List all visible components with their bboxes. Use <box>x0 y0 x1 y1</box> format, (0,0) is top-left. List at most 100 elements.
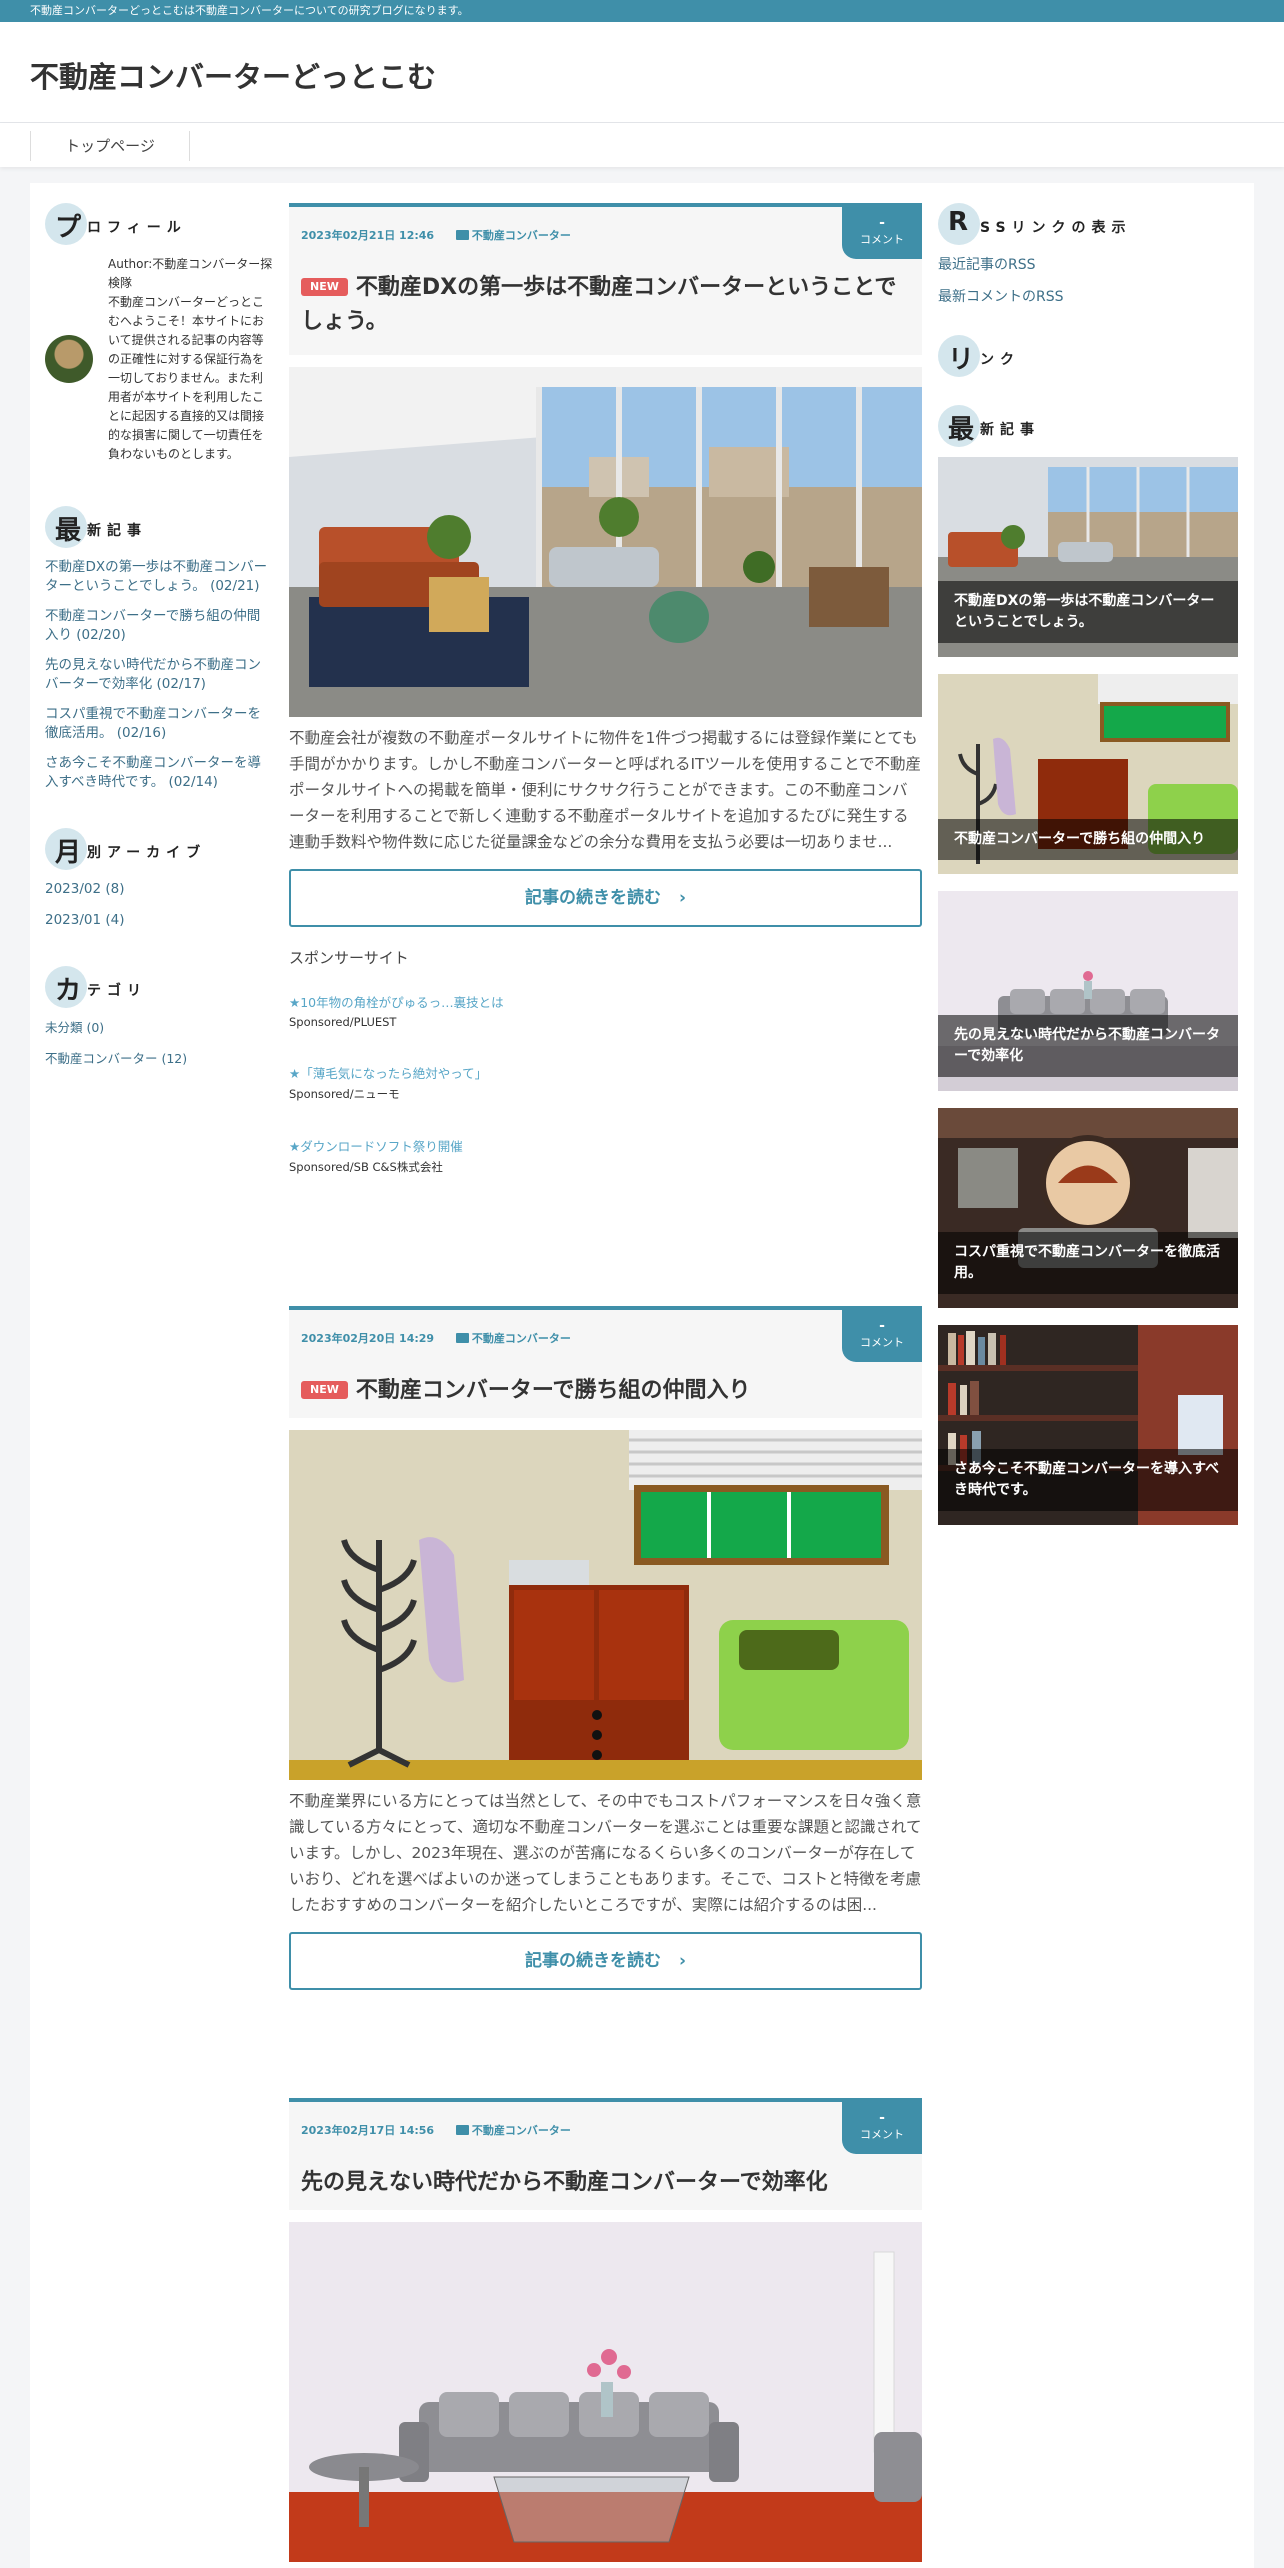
title-rest: ロフィール <box>87 220 187 236</box>
widget-title: 最 新記事 <box>45 506 270 548</box>
recent-post-thumb[interactable]: 先の見えない時代だから不動産コンバーターで効率化 <box>938 891 1238 1091</box>
recent-posts-thumb-widget: 最 新記事 不動産DXの第一歩は不動産コンバーターということでしょう。 不動産コ… <box>938 405 1238 1525</box>
sponsored-item[interactable]: ★ダウンロードソフト祭り開催 Sponsored/SB C&S株式会社 <box>289 1136 922 1175</box>
profile-widget: プ ロフィール Author:不動産コンバーター探検隊 不動産コンバーターどっと… <box>45 203 272 470</box>
post-meta: 2023年02月21日 12:46 不動産コンバーター <box>301 227 571 243</box>
recent-post-link[interactable]: 不動産DXの第一歩は不動産コンバーターということでしょう。 (02/21) <box>45 559 267 594</box>
post-card: 2023年02月17日 14:56 不動産コンバーター - コメント 先の見えな… <box>289 2098 922 2562</box>
archive-link[interactable]: 2023/02 (8) <box>45 881 125 897</box>
post-date: 2023年02月17日 14:56 <box>301 2124 435 2137</box>
comment-count-badge[interactable]: - コメント <box>842 2102 922 2154</box>
read-more-button[interactable]: 記事の続きを読む › <box>289 1932 922 1990</box>
title-first-char: 月 <box>55 838 82 868</box>
recent-post-thumb-title[interactable]: さあ今こそ不動産コンバーターを導入すべき時代です。 <box>938 1449 1238 1511</box>
post-meta: 2023年02月20日 14:29 不動産コンバーター <box>301 1330 571 1346</box>
recent-post-thumb[interactable]: 不動産DXの第一歩は不動産コンバーターということでしょう。 <box>938 457 1238 657</box>
post-title-text: 不動産DXの第一歩は不動産コンバーターということでしょう。 <box>301 275 897 334</box>
sponsored-title[interactable]: ★10年物の角栓がぴゅるっ…裏技とは <box>289 992 922 1011</box>
category-widget: カ テゴリ 未分類 (0) 不動産コンバーター (12) <box>45 966 270 1068</box>
recent-post-link[interactable]: さあ今こそ不動産コンバーターを導入すべき時代です。 (02/14) <box>45 755 261 790</box>
title-rest: 新記事 <box>980 422 1040 438</box>
post-title[interactable]: NEW 不動産DXの第一歩は不動産コンバーターということでしょう。 <box>301 271 901 339</box>
post-meta: 2023年02月17日 14:56 不動産コンバーター <box>301 2122 571 2138</box>
links-widget: リ ンク <box>938 335 1238 377</box>
site-description-bar: 不動産コンバーターどっとこむは不動産コンバーターについての研究ブログになります。 <box>0 0 1284 22</box>
comment-count: - <box>879 2110 885 2126</box>
read-more-label: 記事の続きを読む <box>524 888 661 908</box>
post-title-text: 不動産コンバーターで勝ち組の仲間入り <box>355 1378 751 1403</box>
sponsored-source: Sponsored/ニューモ <box>289 1087 400 1101</box>
recent-post-thumb[interactable]: さあ今こそ不動産コンバーターを導入すべき時代です。 <box>938 1325 1238 1525</box>
recent-post-thumb-title[interactable]: 不動産DXの第一歩は不動産コンバーターということでしょう。 <box>938 581 1238 643</box>
sponsored-source: Sponsored/PLUEST <box>289 1015 397 1029</box>
recent-post-thumb-title[interactable]: 先の見えない時代だから不動産コンバーターで効率化 <box>938 1015 1238 1077</box>
site-title[interactable]: 不動産コンバーターどっとこむ <box>30 54 436 96</box>
sponsored-title[interactable]: ★ダウンロードソフト祭り開催 <box>289 1136 922 1155</box>
sponsored-item[interactable]: ★「薄毛気になったら絶対やって」 Sponsored/ニューモ <box>289 1063 922 1102</box>
recent-post-thumb-title[interactable]: 不動産コンバーターで勝ち組の仲間入り <box>938 819 1238 860</box>
new-badge: NEW <box>301 278 348 296</box>
sponsored-item[interactable]: ★10年物の角栓がぴゅるっ…裏技とは Sponsored/PLUEST <box>289 992 922 1029</box>
left-sidebar: プ ロフィール Author:不動産コンバーター探検隊 不動産コンバーターどっと… <box>45 203 272 1104</box>
read-more-button[interactable]: 記事の続きを読む › <box>289 869 922 927</box>
title-rest: 別アーカイブ <box>87 845 207 861</box>
post-header: 2023年02月20日 14:29 不動産コンバーター - コメント NEW 不動… <box>289 1306 922 1418</box>
post-date: 2023年02月21日 12:46 <box>301 229 435 242</box>
category-link[interactable]: 未分類 (0) <box>45 1020 104 1035</box>
rss-widget: R SSリンクの表示 最近記事のRSS 最新コメントのRSS <box>938 203 1238 307</box>
post-thumbnail[interactable] <box>289 2222 922 2562</box>
rss-link[interactable]: 最近記事のRSS <box>938 257 1036 273</box>
post-date: 2023年02月20日 14:29 <box>301 1332 435 1345</box>
comment-count-badge[interactable]: - コメント <box>842 1310 922 1362</box>
nav-item-top-page[interactable]: トップページ <box>30 131 190 161</box>
sponsored-title[interactable]: ★「薄毛気になったら絶対やって」 <box>289 1063 922 1082</box>
title-first-char: 最 <box>55 516 82 546</box>
post-category-link[interactable]: 不動産コンバーター <box>472 229 571 242</box>
post-title-text: 先の見えない時代だから不動産コンバーターで効率化 <box>301 2170 828 2195</box>
recent-post-link[interactable]: 不動産コンバーターで勝ち組の仲間入り (02/20) <box>45 608 260 643</box>
folder-icon <box>455 2125 469 2135</box>
comment-label: コメント <box>860 1336 904 1349</box>
post-thumbnail[interactable] <box>289 367 922 717</box>
post-excerpt: 不動産会社が複数の不動産ポータルサイトに物件を1件づつ掲載するには登録作業にとて… <box>289 729 922 851</box>
archive-link[interactable]: 2023/01 (4) <box>45 912 125 928</box>
post-excerpt: 不動産業界にいる方にとっては当然として、その中でもコストパフォーマンスを日々強く… <box>289 1792 922 1914</box>
comment-count-badge[interactable]: - コメント <box>842 207 922 259</box>
sofa-room-image <box>289 2222 922 2562</box>
title-rest: SSリンクの表示 <box>980 220 1132 236</box>
recent-posts-widget: 最 新記事 不動産DXの第一歩は不動産コンバーターということでしょう。 (02/… <box>45 506 270 792</box>
post-title[interactable]: 先の見えない時代だから不動産コンバーターで効率化 <box>301 2166 901 2200</box>
recent-post-thumb[interactable]: 不動産コンバーターで勝ち組の仲間入り <box>938 674 1238 874</box>
post-title[interactable]: NEW 不動産コンバーターで勝ち組の仲間入り <box>301 1374 901 1408</box>
recent-posts-list: 不動産DXの第一歩は不動産コンバーターということでしょう。 (02/21) 不動… <box>45 558 270 792</box>
category-list: 未分類 (0) 不動産コンバーター (12) <box>45 1018 270 1068</box>
post-category-link[interactable]: 不動産コンバーター <box>472 1332 571 1345</box>
post-category-link[interactable]: 不動産コンバーター <box>472 2124 571 2137</box>
widget-title: R SSリンクの表示 <box>938 203 1238 245</box>
post-header: 2023年02月21日 12:46 不動産コンバーター - コメント NEW 不動… <box>289 203 922 355</box>
recent-post-thumb-title[interactable]: コスパ重視で不動産コンバーターを徹底活用。 <box>938 1232 1238 1294</box>
category-link[interactable]: 不動産コンバーター (12) <box>45 1051 187 1066</box>
post-thumbnail[interactable] <box>289 1430 922 1780</box>
recent-post-link[interactable]: コスパ重視で不動産コンバーターを徹底活用。 (02/16) <box>45 706 261 741</box>
widget-title: カ テゴリ <box>45 966 270 1008</box>
recent-post-thumb[interactable]: コスパ重視で不動産コンバーターを徹底活用。 <box>938 1108 1238 1308</box>
right-sidebar: R SSリンクの表示 最近記事のRSS 最新コメントのRSS リ ンク 最 新記… <box>938 203 1238 1561</box>
site-header: 不動産コンバーターどっとこむ <box>0 22 1284 123</box>
avatar <box>45 335 93 383</box>
post-card: 2023年02月21日 12:46 不動産コンバーター - コメント NEW 不動… <box>289 203 922 1209</box>
sponsored-source: Sponsored/SB C&S株式会社 <box>289 1160 443 1174</box>
chevron-right-icon: › <box>678 1951 686 1971</box>
archive-widget: 月 別アーカイブ 2023/02 (8) 2023/01 (4) <box>45 828 270 930</box>
comment-count: - <box>879 215 885 231</box>
recent-post-link[interactable]: 先の見えない時代だから不動産コンバーターで効率化 (02/17) <box>45 657 261 692</box>
title-first-char: 最 <box>948 415 975 445</box>
title-first-char: リ <box>948 345 975 375</box>
living-room-image <box>289 367 922 717</box>
title-rest: ンク <box>980 352 1020 368</box>
rss-link[interactable]: 最新コメントのRSS <box>938 289 1064 305</box>
global-nav: トップページ <box>0 123 1284 167</box>
chevron-right-icon: › <box>678 888 686 908</box>
page-container: プ ロフィール Author:不動産コンバーター探検隊 不動産コンバーターどっと… <box>30 183 1254 2568</box>
title-first-char: カ <box>55 976 82 1006</box>
